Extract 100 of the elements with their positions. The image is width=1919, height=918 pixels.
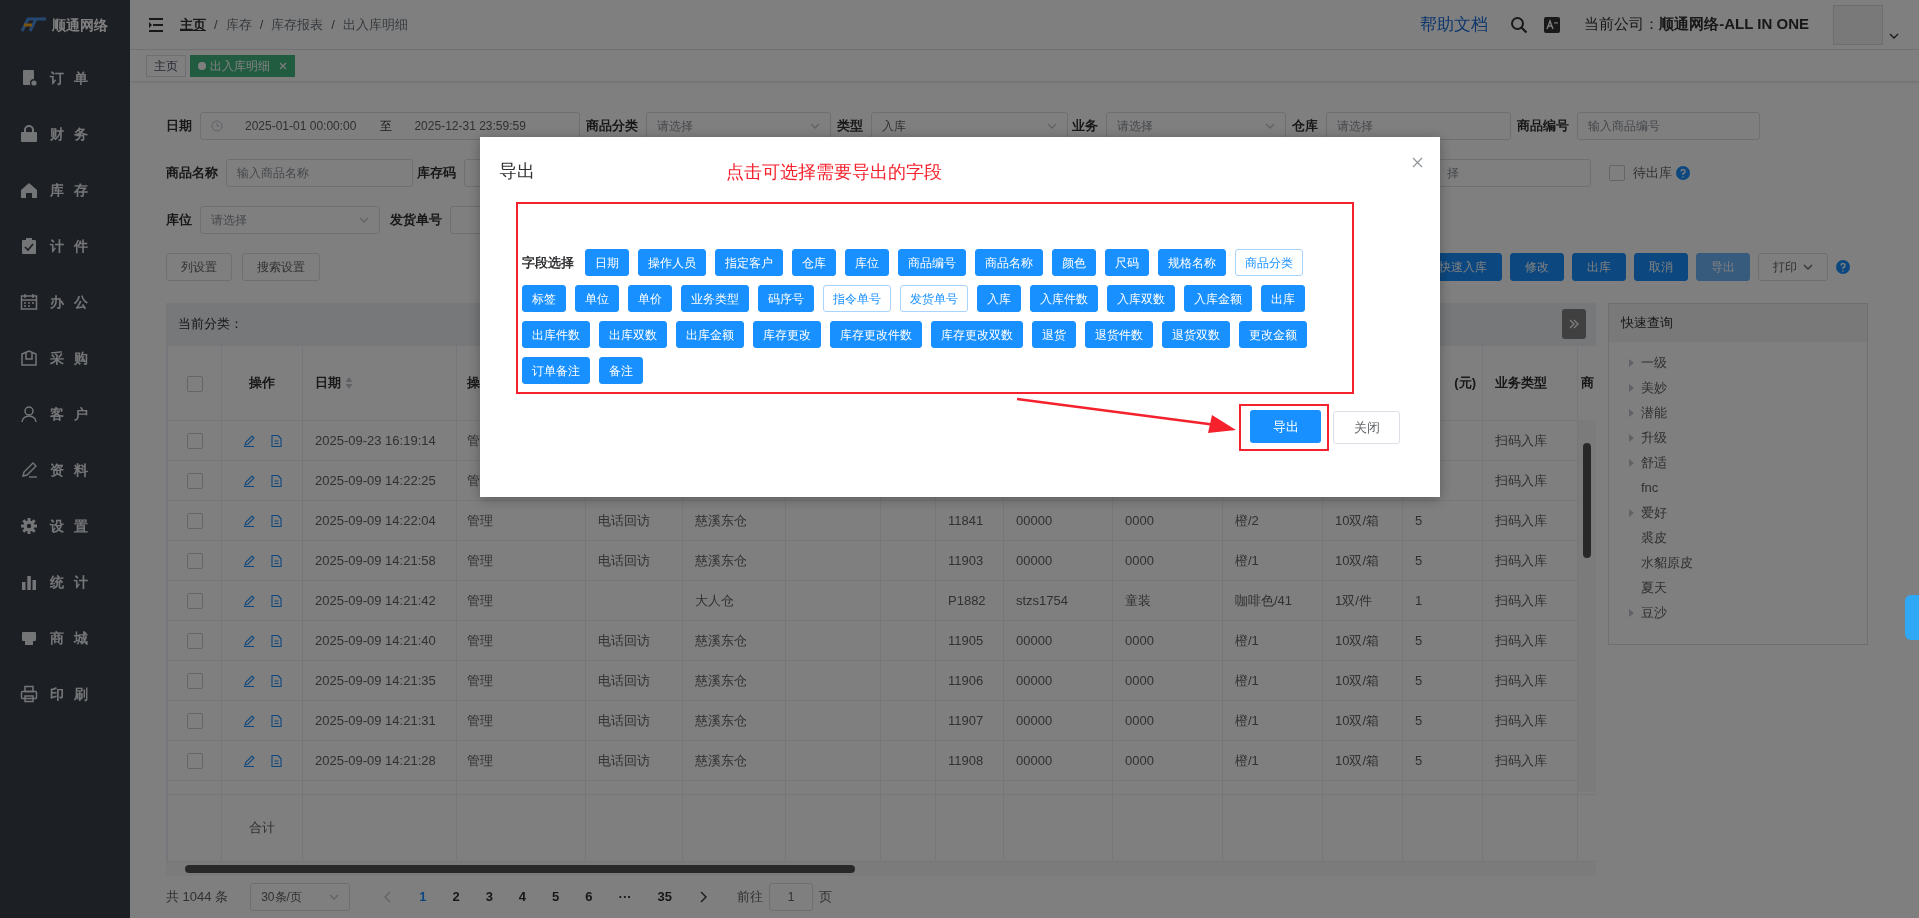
field-chip[interactable]: 库存更改双数 xyxy=(931,321,1023,348)
edit-icon[interactable] xyxy=(242,754,255,767)
tree-item[interactable]: fnc xyxy=(1609,475,1867,500)
tree-item[interactable]: 美妙 xyxy=(1609,375,1867,400)
sidebar-item[interactable]: 商城 xyxy=(0,610,130,666)
edit-icon[interactable] xyxy=(242,594,255,607)
field-chip[interactable]: 更改金额 xyxy=(1239,321,1307,348)
close-button[interactable]: 关闭 xyxy=(1333,411,1400,444)
sidebar-item[interactable]: 订单 xyxy=(0,50,130,106)
field-chip[interactable]: 仓库 xyxy=(792,249,836,276)
field-chip[interactable]: 指定客户 xyxy=(715,249,783,276)
page-button[interactable]: 2 xyxy=(444,887,468,907)
help-icon[interactable] xyxy=(1836,260,1850,274)
document-icon[interactable] xyxy=(270,754,282,767)
tree-item[interactable]: 潜能 xyxy=(1609,400,1867,425)
export-button[interactable]: 导出 xyxy=(1250,410,1321,443)
field-chip[interactable]: 日期 xyxy=(585,249,629,276)
field-chip[interactable]: 商品编号 xyxy=(898,249,966,276)
help-icon[interactable] xyxy=(1676,166,1690,180)
field-chip[interactable]: 出库件数 xyxy=(522,321,590,348)
vertical-scrollbar[interactable] xyxy=(1578,420,1596,792)
field-chip[interactable]: 退货 xyxy=(1032,321,1076,348)
field-chip[interactable]: 出库金额 xyxy=(676,321,744,348)
page-button[interactable]: 6 xyxy=(577,887,601,907)
field-chip[interactable]: 操作人员 xyxy=(638,249,706,276)
edit-icon[interactable] xyxy=(242,514,255,527)
field-chip[interactable]: 业务类型 xyxy=(681,285,749,312)
field-chip[interactable]: 码序号 xyxy=(758,285,814,312)
chevron-right-icon[interactable] xyxy=(699,891,708,903)
sidebar-item[interactable]: 办公 xyxy=(0,274,130,330)
expand-triangle-icon[interactable] xyxy=(1629,434,1634,443)
field-chip[interactable]: 备注 xyxy=(599,357,643,384)
edit-icon[interactable] xyxy=(242,674,255,687)
tree-item[interactable]: 豆沙 xyxy=(1609,600,1867,625)
page-size-select[interactable]: 30条/页 xyxy=(250,883,351,911)
toolbar-button[interactable]: 导出 xyxy=(1696,253,1750,281)
field-chip[interactable]: 单位 xyxy=(575,285,619,312)
sidebar-item[interactable]: 资料 xyxy=(0,442,130,498)
expand-triangle-icon[interactable] xyxy=(1629,409,1634,418)
page-tab[interactable]: 出入库明细 xyxy=(190,54,295,77)
expand-triangle-icon[interactable] xyxy=(1629,509,1634,518)
field-chip[interactable]: 发货单号 xyxy=(900,285,968,312)
field-chip[interactable]: 退货双数 xyxy=(1162,321,1230,348)
translate-icon[interactable] xyxy=(1544,16,1561,33)
edit-icon[interactable] xyxy=(242,434,255,447)
sidebar-item[interactable]: 计件 xyxy=(0,218,130,274)
close-button[interactable] xyxy=(1412,157,1423,168)
field-chip[interactable]: 出库双数 xyxy=(599,321,667,348)
field-chip[interactable]: 商品分类 xyxy=(1235,249,1303,276)
checkbox[interactable] xyxy=(186,433,203,450)
document-icon[interactable] xyxy=(270,594,282,607)
expand-triangle-icon[interactable] xyxy=(1629,359,1634,368)
field-chip[interactable]: 单价 xyxy=(628,285,672,312)
menu-icon[interactable] xyxy=(148,17,164,32)
field-chip[interactable]: 商品名称 xyxy=(975,249,1043,276)
tree-item[interactable]: 舒适 xyxy=(1609,450,1867,475)
sidebar-item[interactable]: 客户 xyxy=(0,386,130,442)
field-chip[interactable]: 入库双数 xyxy=(1107,285,1175,312)
breadcrumb-link[interactable]: 库存 xyxy=(225,14,252,35)
toolbar-button[interactable]: 搜索设置 xyxy=(242,253,320,281)
edit-icon[interactable] xyxy=(242,554,255,567)
edit-icon[interactable] xyxy=(242,474,255,487)
horizontal-scrollbar[interactable] xyxy=(166,862,1596,876)
sort-icon[interactable] xyxy=(345,376,353,390)
field-chip[interactable]: 出库 xyxy=(1261,285,1305,312)
checkbox[interactable] xyxy=(186,753,203,770)
checkbox[interactable] xyxy=(1609,165,1625,181)
field-chip[interactable]: 指令单号 xyxy=(823,285,891,312)
page-button[interactable]: ··· xyxy=(610,887,640,907)
document-icon[interactable] xyxy=(270,434,282,447)
field-chip[interactable]: 规格名称 xyxy=(1158,249,1226,276)
document-icon[interactable] xyxy=(270,714,282,727)
expand-triangle-icon[interactable] xyxy=(1629,384,1634,393)
tree-item[interactable]: 爱好 xyxy=(1609,500,1867,525)
sidebar-item[interactable]: 设置 xyxy=(0,498,130,554)
checkbox[interactable] xyxy=(186,713,203,730)
page-tab[interactable]: 主页 xyxy=(146,54,186,77)
field-chip[interactable]: 入库金额 xyxy=(1184,285,1252,312)
field-chip[interactable]: 订单备注 xyxy=(522,357,590,384)
field-chip[interactable]: 库存更改 xyxy=(753,321,821,348)
document-icon[interactable] xyxy=(270,634,282,647)
page-button[interactable]: 3 xyxy=(477,887,501,907)
edit-icon[interactable] xyxy=(242,634,255,647)
page-button[interactable]: 35 xyxy=(649,887,681,907)
sidebar-item[interactable]: 统计 xyxy=(0,554,130,610)
sidebar-item[interactable]: 财务 xyxy=(0,106,130,162)
tree-item[interactable]: 水貂原皮 xyxy=(1609,550,1867,575)
field-chip[interactable]: 库位 xyxy=(845,249,889,276)
breadcrumb-link[interactable]: 主页 xyxy=(180,14,206,35)
collapse-button[interactable] xyxy=(1562,309,1586,339)
close-icon[interactable] xyxy=(279,61,287,70)
toolbar-button[interactable]: 出库 xyxy=(1572,253,1626,281)
field-chip[interactable]: 退货件数 xyxy=(1085,321,1153,348)
checkbox[interactable] xyxy=(186,375,203,392)
expand-triangle-icon[interactable] xyxy=(1629,609,1634,618)
document-icon[interactable] xyxy=(270,554,282,567)
sidebar-item[interactable]: 采购 xyxy=(0,330,130,386)
page-button[interactable]: 4 xyxy=(510,887,535,907)
page-button[interactable]: 1 xyxy=(411,887,435,907)
toolbar-button[interactable]: 打印 xyxy=(1758,253,1828,281)
